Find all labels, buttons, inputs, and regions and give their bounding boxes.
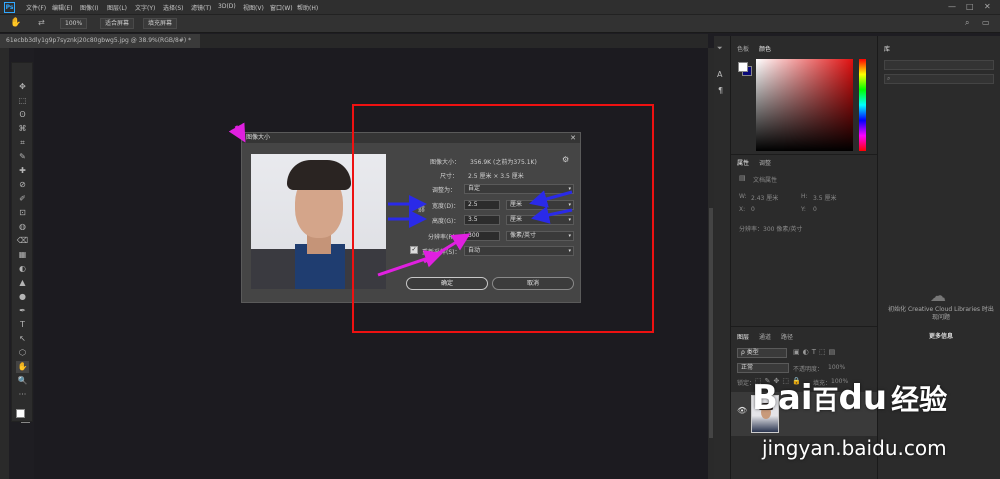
arrow-to-resolution-2 xyxy=(423,233,471,264)
arrow-to-dialog-title xyxy=(228,122,246,143)
color-fg-swatch[interactable] xyxy=(738,62,748,72)
watermark-url: jingyan.baidu.com xyxy=(762,436,947,460)
watermark-bai: Bai xyxy=(752,378,813,418)
arrow-to-height-unit xyxy=(531,206,573,224)
watermark-du: du xyxy=(838,378,888,418)
baidu-watermark-logo: Bai百du 经验 xyxy=(752,380,947,419)
arrow-to-width-unit xyxy=(529,190,573,208)
watermark-paw: 百 xyxy=(812,386,839,416)
watermark-jingyan: 经验 xyxy=(891,383,948,416)
